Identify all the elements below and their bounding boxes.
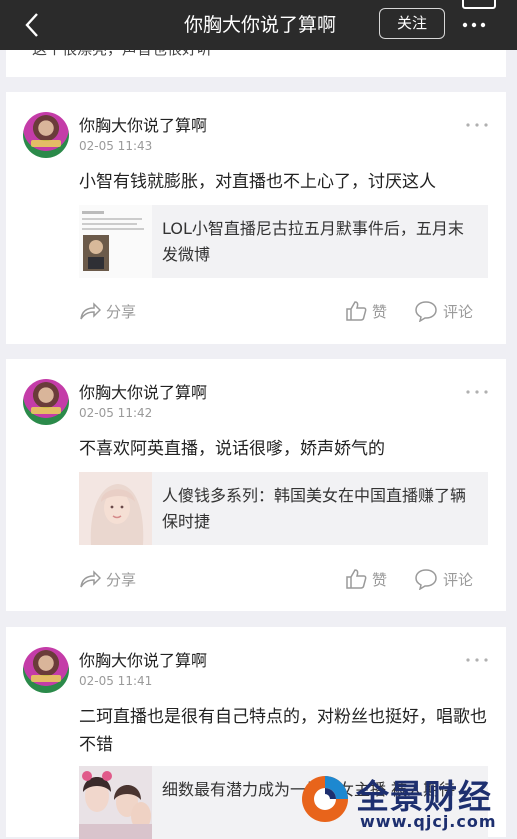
follow-button[interactable]: 关注	[379, 8, 445, 39]
share-button[interactable]: 分享	[79, 296, 136, 326]
thumbs-up-icon	[346, 569, 367, 589]
post-actions: 分享 赞 评论	[6, 564, 506, 594]
article-thumbnail	[79, 472, 152, 545]
share-label: 分享	[106, 302, 137, 321]
linked-article[interactable]: 人傻钱多系列：韩国美女在中国直播赚了辆保时捷	[79, 472, 488, 545]
post-time: 02-05 11:43	[79, 139, 153, 153]
post-time: 02-05 11:42	[79, 406, 153, 420]
like-button[interactable]: 赞	[345, 564, 387, 594]
comment-icon	[415, 569, 437, 590]
comment-label: 评论	[443, 570, 474, 589]
comment-label: 评论	[443, 302, 474, 321]
post-content: 小智有钱就膨胀，对直播也不上心了，讨厌这人	[79, 172, 436, 192]
article-thumbnail	[79, 766, 152, 839]
avatar[interactable]	[23, 112, 69, 158]
post-card[interactable]: 你胸大你说了算啊 02-05 11:42 不喜欢阿英直播，说话很嗲，娇声娇气的 …	[6, 359, 506, 611]
linked-article[interactable]: LOL小智直播尼古拉五月默事件后，五月末发微博	[79, 205, 488, 278]
brand-url: www.qjcj.com	[360, 812, 497, 831]
comment-button[interactable]: 评论	[414, 296, 473, 326]
share-icon	[80, 570, 101, 588]
article-title: LOL小智直播尼古拉五月默事件后，五月末发微博	[162, 219, 464, 264]
article-thumbnail	[79, 205, 152, 278]
post-username[interactable]: 你胸大你说了算啊	[79, 647, 207, 671]
post-content: 不喜欢阿英直播，说话很嗲，娇声娇气的	[79, 439, 385, 459]
post-username[interactable]: 你胸大你说了算啊	[79, 379, 207, 403]
more-options-icon[interactable]	[459, 10, 489, 40]
share-box-icon[interactable]	[456, 0, 502, 12]
back-arrow-icon[interactable]	[18, 10, 48, 40]
top-navigation-bar: 你胸大你说了算啊 关注	[0, 0, 517, 50]
post-more-icon[interactable]	[464, 118, 490, 132]
previous-post-card: 这个很漂亮，声音也很好听	[6, 50, 506, 77]
share-icon	[80, 302, 101, 320]
post-more-icon[interactable]	[464, 385, 490, 399]
brand-logo-icon	[302, 776, 348, 822]
post-time: 02-05 11:41	[79, 674, 153, 688]
avatar[interactable]	[23, 647, 69, 693]
page-title: 你胸大你说了算啊	[183, 14, 336, 36]
brand-name: 全景财经	[356, 777, 492, 816]
post-more-icon[interactable]	[464, 653, 490, 667]
thumbs-up-icon	[346, 301, 367, 321]
watermark: 全景财经 www.qjcj.com	[300, 770, 517, 837]
like-label: 赞	[372, 570, 388, 589]
comment-button[interactable]: 评论	[414, 564, 473, 594]
like-button[interactable]: 赞	[345, 296, 387, 326]
comment-icon	[415, 301, 437, 322]
share-label: 分享	[106, 570, 137, 589]
post-card[interactable]: 你胸大你说了算啊 02-05 11:43 小智有钱就膨胀，对直播也不上心了，讨厌…	[6, 92, 506, 344]
article-title: 人傻钱多系列：韩国美女在中国直播赚了辆保时捷	[162, 486, 467, 531]
avatar[interactable]	[23, 379, 69, 425]
like-label: 赞	[372, 302, 388, 321]
share-button[interactable]: 分享	[79, 564, 136, 594]
post-actions: 分享 赞 评论	[6, 296, 506, 326]
post-content: 二珂直播也是很有自己特点的，对粉丝也挺好，唱歌也不错	[79, 707, 487, 755]
previous-post-text: 这个很漂亮，声音也很好听	[32, 50, 212, 59]
post-username[interactable]: 你胸大你说了算啊	[79, 112, 207, 136]
